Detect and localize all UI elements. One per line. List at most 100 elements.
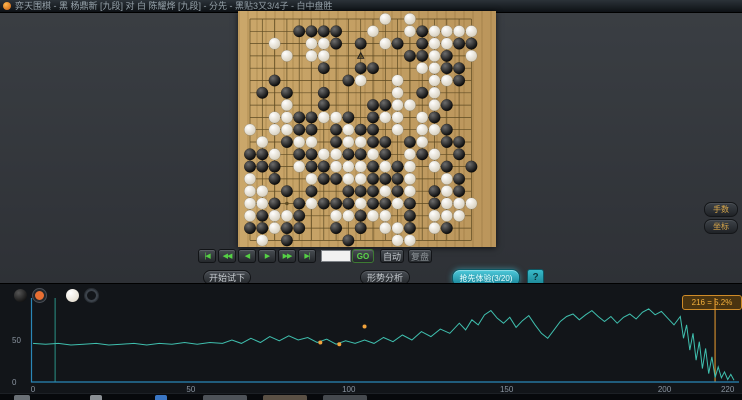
replay-button[interactable]: 复盘 <box>408 249 432 263</box>
nav-forward-button[interactable]: ▶ <box>258 249 276 263</box>
black-stone <box>330 222 343 235</box>
black-stone <box>256 148 269 161</box>
black-stone <box>391 160 404 173</box>
go-board-canvas[interactable] <box>238 11 496 247</box>
white-stone <box>317 49 330 62</box>
white-stone <box>268 222 281 235</box>
taskbar-icon-app1[interactable] <box>90 395 102 400</box>
white-stone <box>243 197 257 210</box>
white-stone <box>305 49 318 62</box>
black-stone <box>268 74 281 87</box>
white-stone <box>440 185 453 198</box>
coordinates-toggle-button[interactable]: 坐标 <box>704 219 738 234</box>
move-numbers-toggle-button[interactable]: 手数 <box>704 202 738 217</box>
taskbar-window-2[interactable] <box>263 395 307 400</box>
black-stone <box>243 222 257 235</box>
white-stone <box>428 37 441 50</box>
white-stone <box>280 49 293 62</box>
white-stone <box>440 37 453 50</box>
black-stone <box>256 160 269 173</box>
marked-move-dot[interactable] <box>318 340 323 345</box>
white-stone <box>342 209 355 222</box>
black-stone <box>354 148 367 161</box>
black-stone <box>342 234 355 247</box>
black-stone <box>342 148 355 161</box>
black-stone <box>453 62 466 75</box>
black-stone <box>305 185 318 198</box>
white-stone <box>280 209 293 222</box>
black-stone <box>293 197 306 210</box>
nav-back-button[interactable]: ◀ <box>238 249 256 263</box>
taskbar-icon-browser[interactable] <box>155 395 167 400</box>
white-stone <box>416 135 429 148</box>
nav-last-button[interactable]: ▶| <box>298 249 316 263</box>
black-stone <box>354 62 367 75</box>
nav-forward-fast-button[interactable]: ▶▶ <box>278 249 296 263</box>
black-stone <box>465 160 478 173</box>
white-stone <box>465 25 478 38</box>
y-tick-label: 50 <box>12 336 21 345</box>
white-stone <box>280 123 293 136</box>
white-stone <box>391 86 404 99</box>
auto-play-button[interactable]: 自动 <box>380 249 404 263</box>
black-stone <box>305 25 318 38</box>
white-stone <box>428 209 441 222</box>
go-button[interactable]: GO <box>352 249 374 263</box>
white-stone <box>268 37 281 50</box>
black-stone <box>330 25 343 38</box>
black-stone <box>268 197 281 210</box>
taskbar-window-1[interactable] <box>203 395 247 400</box>
black-stone <box>280 86 293 99</box>
start-button[interactable] <box>14 395 30 400</box>
playback-controls: |◀ ◀◀ ◀ ▶ ▶▶ ▶| <box>198 249 316 263</box>
black-stone <box>342 185 355 198</box>
white-stone <box>403 99 416 112</box>
white-stone <box>354 135 367 148</box>
black-stone <box>293 222 306 235</box>
premium-label: 抢先体验(3/20) <box>459 273 513 283</box>
white-stone <box>280 99 293 112</box>
white-stone <box>391 123 404 136</box>
white-stone <box>428 222 441 235</box>
app-icon <box>3 2 11 10</box>
white-stone <box>243 209 257 222</box>
black-stone <box>317 172 330 185</box>
black-stone <box>330 37 343 50</box>
white-stone <box>428 86 441 99</box>
white-stone <box>268 148 281 161</box>
app-window: 弈天围棋 - 黑 杨鼎新 [九段] 对 白 陈耀烨 [九段] - 分先 - 黑贴… <box>0 0 742 400</box>
winrate-chart[interactable] <box>0 284 742 394</box>
nav-back-fast-button[interactable]: ◀◀ <box>218 249 236 263</box>
black-stone <box>379 197 392 210</box>
white-stone <box>465 49 478 62</box>
move-number-input[interactable] <box>321 250 351 262</box>
black-stone <box>330 123 343 136</box>
white-stone <box>342 160 355 173</box>
black-stone <box>428 111 441 124</box>
white-stone <box>379 12 392 26</box>
black-stone <box>317 160 330 173</box>
white-stone <box>379 209 392 222</box>
coordinates-label: 坐标 <box>713 222 729 231</box>
nav-first-button[interactable]: |◀ <box>198 249 216 263</box>
white-stone <box>330 160 343 173</box>
black-stone <box>440 222 453 235</box>
black-stone <box>354 222 367 235</box>
black-stone <box>317 197 330 210</box>
go-board[interactable] <box>238 11 496 247</box>
marked-move-dot[interactable] <box>362 324 367 329</box>
black-stone <box>366 160 379 173</box>
black-stone <box>379 99 392 112</box>
marked-move-dot[interactable] <box>337 342 342 347</box>
main-area: 手数 坐标 |◀ ◀◀ ◀ ▶ ▶▶ ▶| GO 自动 复盘 开始试下 形势分析 抢先体验… <box>0 11 742 287</box>
black-stone <box>330 135 343 148</box>
white-stone <box>416 123 429 136</box>
black-stone <box>293 123 306 136</box>
black-stone <box>391 185 404 198</box>
taskbar-window-3[interactable] <box>323 395 367 400</box>
black-stone <box>354 209 367 222</box>
black-stone <box>268 172 281 185</box>
windows-taskbar[interactable] <box>0 393 742 400</box>
black-stone <box>305 160 318 173</box>
white-stone <box>330 209 343 222</box>
